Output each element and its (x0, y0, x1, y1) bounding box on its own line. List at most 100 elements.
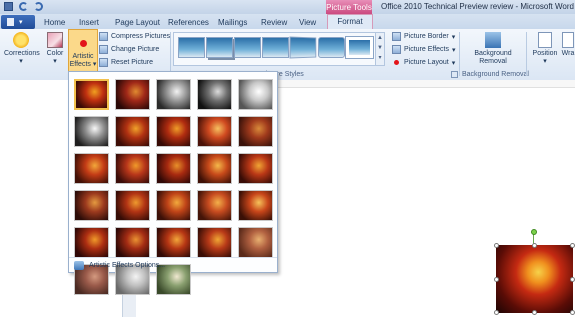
artistic-effect-light-screen[interactable] (74, 153, 109, 184)
sun-icon (13, 32, 29, 48)
position-button[interactable]: Position ▾ (530, 32, 560, 66)
resize-handle[interactable] (570, 277, 575, 282)
picture-style-thumb[interactable] (318, 37, 345, 58)
artistic-effect-paint-strokes[interactable] (115, 116, 150, 147)
picture-styles-gallery[interactable]: ▲ ▼ ▾ (173, 32, 385, 66)
redo-icon[interactable] (34, 2, 43, 11)
dialog-launcher-icon[interactable] (451, 71, 458, 78)
chevron-down-icon: ▾ (452, 46, 456, 54)
background-removal-button[interactable]: Background Removal (467, 32, 519, 66)
chevron-down-icon: ▾ (451, 33, 456, 41)
resize-handle[interactable] (532, 243, 537, 248)
artistic-label-line1: Artistic (72, 53, 94, 60)
chevron-down-icon: ▾ (451, 59, 456, 67)
artistic-effect-film-grain[interactable] (156, 153, 191, 184)
artistic-effect-mosaic-bubbles[interactable] (197, 153, 232, 184)
picture-style-thumb[interactable] (206, 37, 233, 58)
picture-border-button[interactable]: Picture Border ▾ (392, 32, 455, 41)
tab-page-layout[interactable]: Page Layout (115, 16, 160, 29)
artistic-effect-paint-brush[interactable] (156, 116, 191, 147)
tab-references[interactable]: References (168, 16, 209, 29)
artistic-effects-options-label: Artistic Effects Options... (89, 262, 166, 269)
picture-layout-button[interactable]: Picture Layout ▾ (392, 58, 455, 67)
artistic-effect-crisscross-etching[interactable] (156, 190, 191, 221)
artistic-effect-glass[interactable] (238, 153, 273, 184)
artistic-effect-pencil-grayscale[interactable] (156, 79, 191, 110)
artistic-effect-glow-edges[interactable] (156, 227, 191, 258)
artistic-effect-soften[interactable] (238, 227, 273, 258)
artistic-effect-none[interactable] (74, 79, 109, 110)
wrap-text-button[interactable]: Wra (561, 32, 575, 58)
file-menu-button[interactable]: ▾ (1, 15, 35, 29)
reset-picture-button[interactable]: Reset Picture (99, 58, 153, 67)
effect-preview (239, 117, 272, 146)
effect-preview (157, 154, 190, 183)
artistic-effect-blur[interactable] (238, 116, 273, 147)
effect-preview (157, 191, 190, 220)
artistic-effect-watercolor-sponge[interactable] (115, 153, 150, 184)
compress-pictures-button[interactable]: Compress Pictures (99, 32, 170, 41)
picture-border-label: Picture Border (404, 33, 449, 40)
tab-insert[interactable]: Insert (79, 16, 99, 29)
background-removal-line1: Background (474, 50, 512, 57)
artistic-effect-pencil-sketch[interactable] (197, 79, 232, 110)
color-button[interactable]: Color ▾ (43, 32, 67, 66)
tab-format[interactable]: Format (327, 14, 373, 29)
artistic-effect-texturizer[interactable] (115, 190, 150, 221)
picture-style-thumb[interactable] (262, 37, 289, 58)
wrap-label: Wra (561, 50, 575, 57)
artistic-effect-pastels-smooth[interactable] (197, 190, 232, 221)
group-divider (526, 32, 527, 76)
menu-separator (69, 257, 277, 258)
artistic-effect-cement[interactable] (74, 190, 109, 221)
tab-home[interactable]: Home (44, 16, 65, 29)
resize-handle[interactable] (532, 310, 537, 315)
rotation-handle[interactable] (531, 229, 537, 235)
tab-mailings[interactable]: Mailings (218, 16, 247, 29)
artistic-effect-line-drawing[interactable] (238, 79, 273, 110)
picture-style-thumb[interactable] (234, 37, 261, 58)
corrections-label: Corrections (4, 50, 40, 57)
artistic-effect-sharpen[interactable] (197, 227, 232, 258)
artistic-effects-gallery (69, 72, 277, 295)
chevron-down-icon[interactable]: ▼ (376, 43, 384, 53)
undo-icon[interactable] (19, 2, 28, 11)
resize-handle[interactable] (494, 243, 499, 248)
resize-handle[interactable] (494, 310, 499, 315)
artistic-effect-plastic-wrap[interactable] (238, 190, 273, 221)
save-icon[interactable] (4, 2, 13, 11)
picture-style-thumb[interactable] (345, 36, 374, 59)
resize-handle[interactable] (570, 310, 575, 315)
corrections-button[interactable]: Corrections ▾ (4, 32, 40, 66)
more-icon[interactable]: ▾ (376, 53, 384, 63)
reset-label: Reset Picture (111, 59, 154, 66)
chevron-down-icon: ▾ (92, 61, 97, 68)
artistic-effects-button[interactable]: Artistic Effects ▾ (68, 29, 98, 73)
artistic-effects-options-item[interactable]: Artistic Effects Options... (70, 259, 276, 272)
resize-handle[interactable] (494, 277, 499, 282)
effect-preview (157, 228, 190, 257)
reset-icon (99, 58, 108, 67)
change-picture-button[interactable]: Change Picture (99, 45, 159, 54)
artistic-effect-chalk-sketch[interactable] (74, 116, 109, 147)
dragon-picture[interactable] (496, 245, 573, 313)
resize-handle[interactable] (570, 243, 575, 248)
change-label: Change Picture (111, 46, 160, 53)
picture-border-icon (392, 32, 401, 41)
artistic-effect-photocopy[interactable] (115, 227, 150, 258)
selected-picture[interactable] (494, 229, 575, 315)
artistic-effect-marker[interactable] (115, 79, 150, 110)
tab-view[interactable]: View (299, 16, 316, 29)
picture-style-thumb[interactable] (289, 36, 317, 59)
title-bar: Picture Tools Office 2010 Technical Prev… (0, 0, 575, 15)
tab-review[interactable]: Review (261, 16, 287, 29)
picture-style-thumb[interactable] (178, 37, 205, 58)
chevron-up-icon[interactable]: ▲ (376, 33, 384, 43)
chevron-down-icon: ▾ (19, 58, 23, 65)
picture-effects-button[interactable]: Picture Effects ▾ (392, 45, 456, 54)
artistic-effect-glow-diffused[interactable] (197, 116, 232, 147)
gallery-scrollbar[interactable]: ▲ ▼ ▾ (375, 33, 384, 65)
artistic-effect-cutout[interactable] (74, 227, 109, 258)
group-divider (170, 32, 171, 76)
ruler (278, 80, 575, 88)
